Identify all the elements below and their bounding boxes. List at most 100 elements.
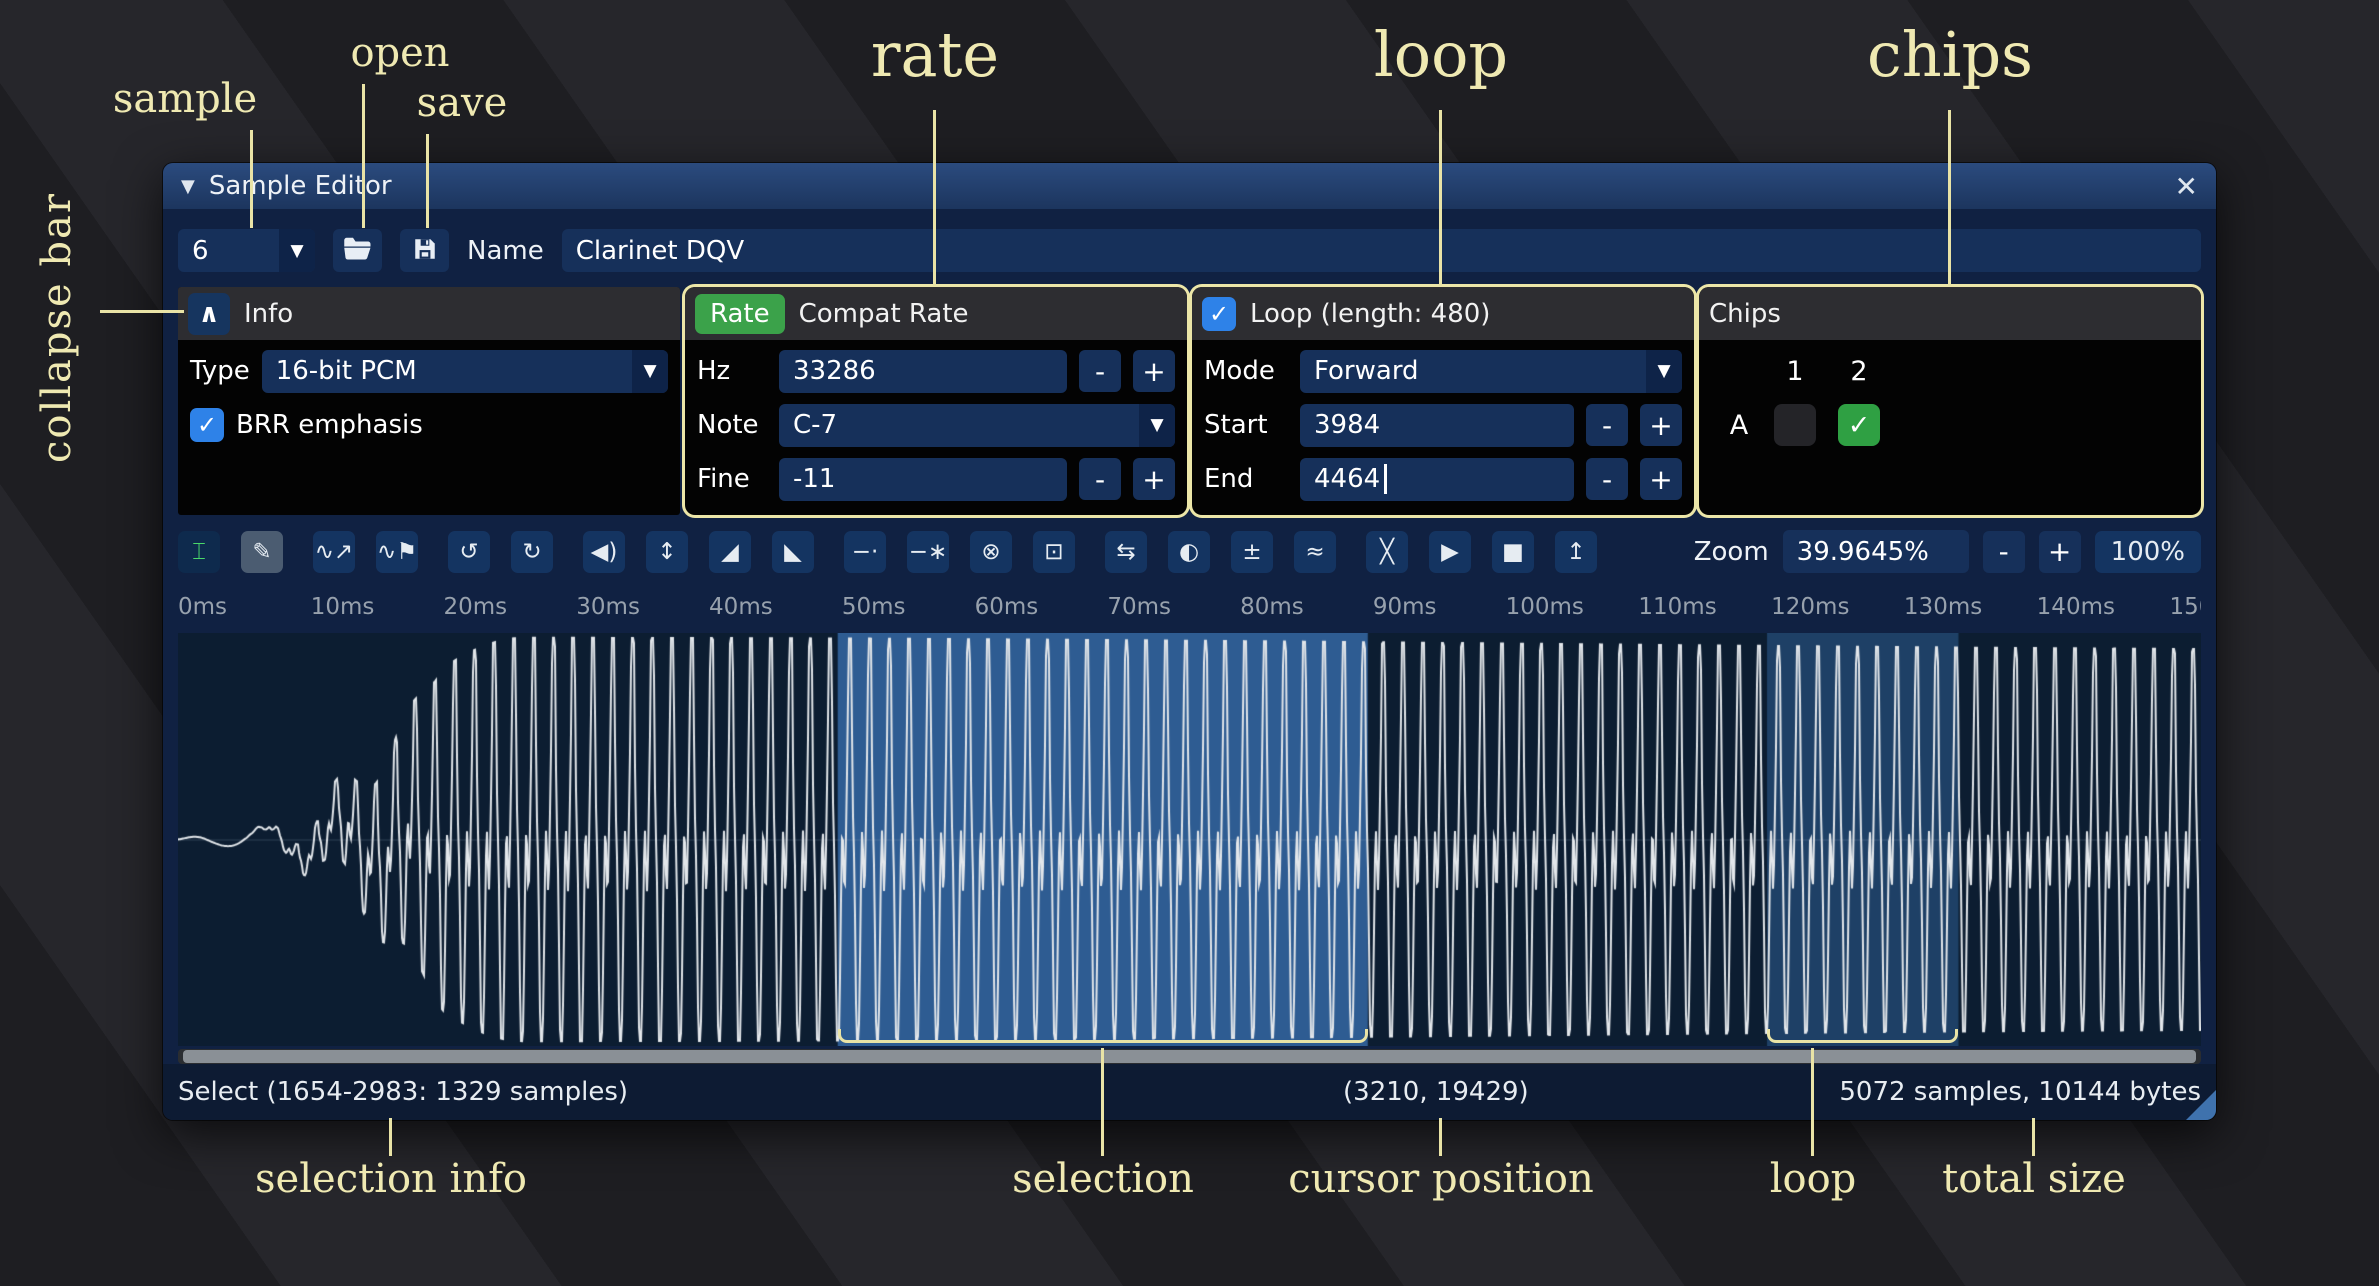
chip-column-2-label: 2 (1850, 356, 1867, 387)
trim-button[interactable]: ⊡ (1033, 531, 1075, 573)
loop-start-input[interactable]: 3984 (1300, 404, 1574, 447)
zoom-input[interactable]: 39.9645% (1783, 530, 1969, 573)
loop-end-value: 4464 (1314, 464, 1380, 494)
edit-select-button[interactable]: ⌶ (178, 531, 220, 573)
undo-button[interactable]: ↺ (448, 531, 490, 573)
loop-end-decrement-button[interactable]: - (1586, 458, 1628, 500)
open-button[interactable] (333, 229, 382, 272)
fine-decrement-button[interactable]: - (1079, 458, 1121, 500)
brr-emphasis-checkbox[interactable]: ✓ (190, 408, 224, 442)
folder-open-icon (343, 236, 373, 266)
zoom-in-button[interactable]: + (2039, 531, 2081, 573)
annotation-line-selection-info (389, 1118, 392, 1156)
loop-end-increment-button[interactable]: + (1640, 458, 1682, 500)
waveform-area[interactable] (178, 633, 2201, 1046)
annotation-line-save (426, 134, 429, 228)
save-button[interactable] (400, 229, 449, 272)
type-select[interactable]: 16-bit PCM ▼ (262, 350, 668, 393)
annotation-sample: sample (113, 76, 257, 122)
edit-draw-button[interactable]: ✎ (241, 531, 283, 573)
loop-bracket-annotation (1767, 1029, 1958, 1043)
delete-button[interactable]: ⊗ (970, 531, 1012, 573)
zoom-value: 39.9645% (1797, 537, 1929, 567)
annotation-line-total-size (2032, 1118, 2035, 1156)
collapse-window-icon[interactable]: ▼ (181, 176, 195, 197)
annotation-selection: selection (1012, 1156, 1194, 1202)
waveform-scrollbar[interactable] (178, 1049, 2201, 1064)
toolbar-group: ∿↗ ∿⚑ (313, 531, 418, 573)
collapse-info-button[interactable]: ∧ (188, 293, 230, 335)
resize-grip[interactable] (2186, 1090, 2216, 1120)
scrollbar-thumb[interactable] (183, 1050, 2196, 1063)
fine-input[interactable]: -11 (779, 458, 1067, 501)
redo-icon: ↻ (522, 539, 541, 565)
status-bar: Select (1654-2983: 1329 samples) (3210, … (163, 1064, 2216, 1120)
preview-button[interactable]: ▶ (1429, 531, 1471, 573)
ruler-label: 60ms (975, 594, 1039, 620)
info-panel-title: Info (244, 299, 293, 329)
ruler-label: 120ms (1771, 594, 1849, 620)
total-size-text: 5072 samples, 10144 bytes (1839, 1077, 2201, 1107)
insert-silence-button[interactable]: −· (844, 531, 886, 573)
apply-silence-button[interactable]: −∗ (907, 531, 949, 573)
titlebar[interactable]: ▼ Sample Editor ✕ (163, 163, 2216, 209)
sample-number-select[interactable]: 6 ▼ (178, 229, 315, 272)
check-icon: ✓ (1848, 410, 1871, 441)
delete-icon: ⊗ (981, 539, 1000, 565)
normalize-button[interactable]: ↕ (646, 531, 688, 573)
sign-button[interactable]: ± (1231, 531, 1273, 573)
chip-1-checkbox[interactable] (1774, 404, 1816, 446)
chip-2-checkbox[interactable]: ✓ (1838, 404, 1880, 446)
ruler-label: 0ms (178, 594, 227, 620)
invert-button[interactable]: ◐ (1168, 531, 1210, 573)
sample-editor-window: ▼ Sample Editor ✕ 6 ▼ Name Clarinet DQV (163, 163, 2216, 1120)
annotation-line-loop-bottom (1811, 1048, 1814, 1156)
loop-enable-checkbox[interactable]: ✓ (1202, 297, 1236, 331)
hz-input[interactable]: 33286 (779, 350, 1067, 393)
hz-increment-button[interactable]: + (1133, 350, 1175, 392)
loop-end-input[interactable]: 4464 (1300, 458, 1574, 501)
chevron-down-icon: ▼ (632, 350, 668, 393)
close-icon[interactable]: ✕ (2175, 170, 2198, 203)
zoom-out-button[interactable]: - (1983, 531, 2025, 573)
loop-panel: ✓ Loop (length: 480) Mode Forward ▼ Star… (1192, 287, 1694, 515)
filter-button[interactable]: ≈ (1294, 531, 1336, 573)
fine-label: Fine (697, 464, 767, 494)
timeline-ruler[interactable]: 0ms10ms20ms30ms40ms50ms60ms70ms80ms90ms1… (178, 587, 2201, 628)
rate-panel-title: Compat Rate (799, 299, 969, 329)
fade-in-button[interactable]: ◢ (709, 531, 751, 573)
resize-icon: ∿↗ (315, 539, 354, 565)
loop-panel-header: ✓ Loop (length: 480) (1192, 287, 1694, 340)
zoom-reset-button[interactable]: 100% (2095, 531, 2201, 573)
redo-button[interactable]: ↻ (511, 531, 553, 573)
make-instrument-button[interactable]: ↥ (1555, 531, 1597, 573)
loop-panel-title: Loop (length: 480) (1250, 299, 1490, 329)
loop-mode-select[interactable]: Forward ▼ (1300, 350, 1682, 393)
annotation-cursor-position: cursor position (1288, 1156, 1593, 1202)
loop-start-increment-button[interactable]: + (1640, 404, 1682, 446)
fine-increment-button[interactable]: + (1133, 458, 1175, 500)
note-select[interactable]: C-7 ▼ (779, 404, 1175, 447)
ruler-label: 110ms (1638, 594, 1716, 620)
reverse-button[interactable]: ⇆ (1105, 531, 1147, 573)
ruler-label: 130ms (1904, 594, 1982, 620)
resize-button[interactable]: ∿↗ (313, 531, 355, 573)
annotation-selection-info: selection info (255, 1156, 527, 1202)
type-label: Type (190, 356, 250, 386)
loop-start-decrement-button[interactable]: - (1586, 404, 1628, 446)
brr-emphasis-label: BRR emphasis (236, 410, 423, 440)
stop-preview-button[interactable]: ■ (1492, 531, 1534, 573)
check-icon: ✓ (197, 411, 217, 439)
name-input[interactable]: Clarinet DQV (562, 229, 2201, 272)
resample-icon: ∿⚑ (377, 539, 417, 565)
crossfade-button[interactable]: ╳ (1366, 531, 1408, 573)
amplify-button[interactable]: ◀) (583, 531, 625, 573)
fade-out-button[interactable]: ◣ (772, 531, 814, 573)
hz-decrement-button[interactable]: - (1079, 350, 1121, 392)
rate-badge-button[interactable]: Rate (695, 294, 785, 334)
note-value: C-7 (793, 410, 837, 440)
chips-panel: Chips 1 2 A ✓ (1699, 287, 2201, 515)
resample-button[interactable]: ∿⚑ (376, 531, 418, 573)
edit-draw-icon: ✎ (252, 539, 271, 565)
ruler-label: 10ms (311, 594, 375, 620)
